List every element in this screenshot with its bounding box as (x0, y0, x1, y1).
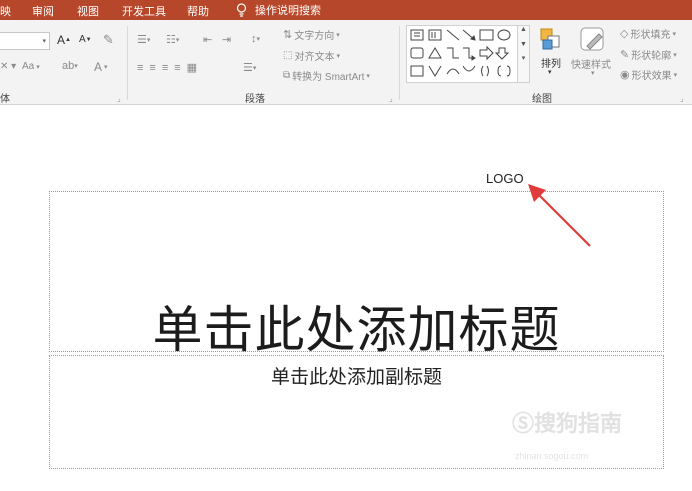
tab-view[interactable]: 视图 (77, 3, 99, 19)
slide-canvas: 单击此处添加标题 单击此处添加副标题 LOGO Ⓢ搜狗指南 zhinan.sog… (0, 106, 692, 491)
tab-slideshow[interactable]: 映 (0, 3, 11, 19)
chevron-down-icon: ▾ (591, 70, 595, 77)
tell-me-label: 操作说明搜索 (255, 5, 321, 17)
powerpoint-window: 映 审阅 视图 开发工具 帮助 操作说明搜索 ▾ A ▲ A ▼ ✎ ✕ ▾ A… (0, 0, 692, 491)
smartart-icon: ⧉ (283, 70, 291, 81)
group-divider (399, 26, 400, 100)
arrange-icon (540, 28, 560, 50)
line-spacing-button[interactable]: ↕ ▾ (251, 33, 260, 45)
columns-button[interactable]: ☰ ▾ (243, 61, 256, 74)
pen-icon: ✎ (620, 49, 630, 61)
shape-effects-button[interactable]: ◉ 形状效果 ▾ (620, 67, 677, 82)
align-buttons[interactable]: ≡≡≡≡▦ (137, 61, 203, 74)
font-color-button[interactable]: A ▾ (94, 60, 108, 74)
ribbon: ▾ A ▲ A ▼ ✎ ✕ ▾ Aa ▾ ab ▾ A ▾ 体 ⌟ ☰ ▾ ☷ ▾ ⇤ ⇥ ↕… (0, 20, 692, 105)
shape-fill-button[interactable]: ◇ 形状填充 ▾ (620, 26, 676, 41)
align-text-icon: ⬚ (283, 50, 293, 61)
watermark: Ⓢ搜狗指南 (512, 411, 623, 436)
shrink-font-button[interactable]: A ▼ (79, 34, 92, 45)
decrease-indent-button[interactable]: ⇤ (203, 33, 212, 46)
bullets-button[interactable]: ☰ ▾ (137, 33, 150, 46)
subtitle-placeholder-text: 单击此处添加副标题 (270, 367, 442, 388)
quick-styles-button[interactable]: 快速样式 ▾ (571, 26, 615, 78)
chevron-down-icon: ▾ (42, 38, 46, 45)
arrange-button[interactable]: 排列 ▾ (538, 26, 564, 76)
tab-review[interactable]: 审阅 (32, 3, 54, 19)
title-placeholder-text: 单击此处添加标题 (152, 302, 561, 358)
tell-me-search[interactable]: 操作说明搜索 (236, 2, 321, 18)
grow-font-button[interactable]: A ▲ (57, 33, 71, 47)
group-divider (127, 26, 128, 100)
chevron-down-icon: ▾ (548, 69, 552, 76)
watermark-url: zhinan.sogou.com (515, 451, 589, 461)
tab-developer[interactable]: 开发工具 (122, 3, 166, 19)
logo-text[interactable]: LOGO (486, 171, 524, 186)
shapes-gallery[interactable] (406, 25, 518, 83)
lightbulb-icon (236, 3, 247, 17)
shape-outline-button[interactable]: ✎ 形状轮廓 ▾ (620, 47, 677, 62)
gallery-more-icon[interactable]: ▾ (518, 54, 529, 62)
red-arrow-annotation (528, 184, 591, 247)
shapes-icons (410, 29, 511, 77)
change-case-button[interactable]: Aa ▾ (22, 61, 40, 72)
scroll-down-icon[interactable]: ▼ (518, 41, 529, 48)
font-size-box[interactable]: ▾ (0, 32, 50, 50)
convert-smartart-button[interactable]: ⧉ 转换为 SmartArt ▾ (283, 68, 370, 83)
ribbon-tab-bar: 映 审阅 视图 开发工具 帮助 操作说明搜索 (0, 0, 692, 20)
numbering-button[interactable]: ☷ ▾ (166, 33, 179, 46)
paragraph-dialog-launcher-icon[interactable]: ⌟ (389, 94, 393, 103)
font-group-label: 体 (0, 94, 10, 105)
font-dialog-launcher-icon[interactable]: ⌟ (117, 94, 121, 103)
paint-bucket-icon: ◇ (620, 28, 629, 40)
drawing-group-label: 绘图 (532, 94, 552, 105)
tab-help[interactable]: 帮助 (187, 3, 209, 19)
paragraph-group-label: 段落 (245, 94, 265, 105)
highlight-button[interactable]: ab ▾ (62, 60, 78, 72)
clear-format-icon[interactable]: ✎ (103, 32, 114, 48)
scroll-up-icon[interactable]: ▲ (518, 26, 529, 33)
quick-styles-icon (580, 27, 604, 51)
gallery-scroll[interactable]: ▲ ▼ ▾ (518, 25, 530, 83)
align-text-button[interactable]: ⬚ 对齐文本 ▾ (283, 48, 340, 63)
char-spacing-button[interactable]: ✕ ▾ (0, 61, 16, 72)
drawing-dialog-launcher-icon[interactable]: ⌟ (680, 94, 684, 103)
text-direction-button[interactable]: ⇅ 文字方向 ▾ (283, 27, 340, 42)
watermark-logo-icon: Ⓢ (512, 411, 535, 436)
text-direction-icon: ⇅ (283, 29, 293, 41)
effects-icon: ◉ (620, 69, 630, 81)
increase-indent-button[interactable]: ⇥ (222, 33, 231, 46)
